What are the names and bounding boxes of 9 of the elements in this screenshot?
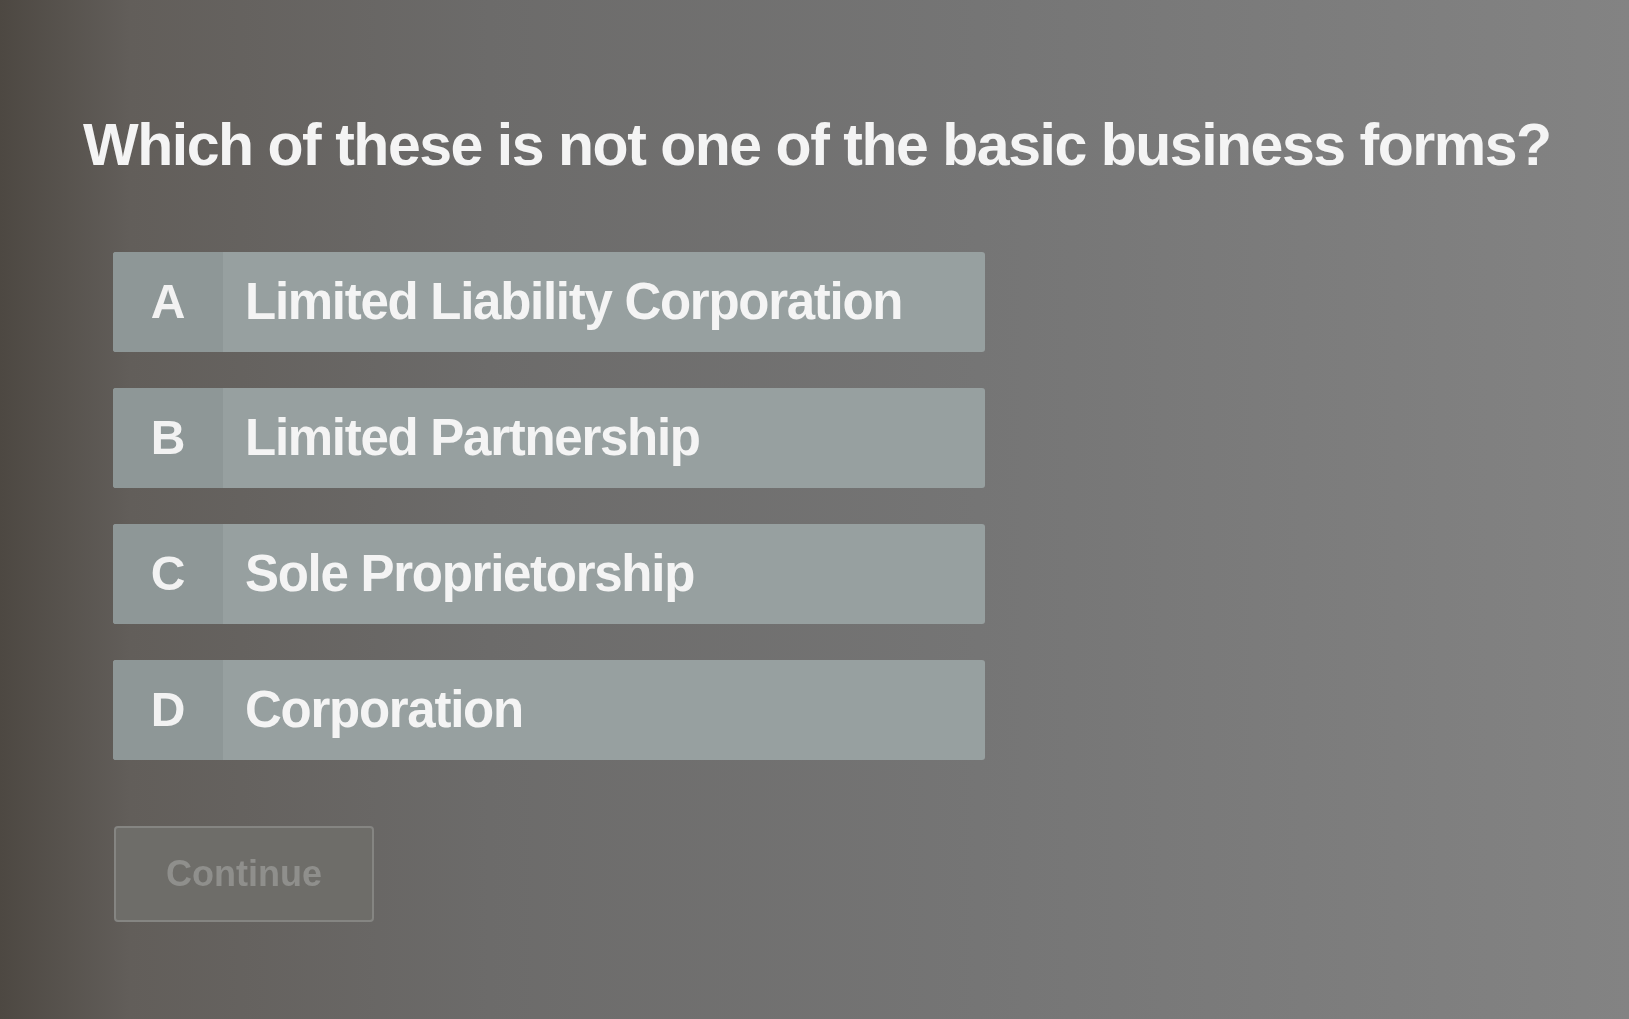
- answer-option[interactable]: C Sole Proprietorship: [113, 524, 985, 624]
- answer-option[interactable]: A Limited Liability Corporation: [113, 252, 985, 352]
- answer-option[interactable]: B Limited Partnership: [113, 388, 985, 488]
- option-letter: C: [113, 524, 223, 624]
- question-text: Which of these is not one of the basic business forms?: [83, 111, 1551, 180]
- option-letter: B: [113, 388, 223, 488]
- option-letter: A: [113, 252, 223, 352]
- answer-option[interactable]: D Corporation: [113, 660, 985, 760]
- option-letter: D: [113, 660, 223, 760]
